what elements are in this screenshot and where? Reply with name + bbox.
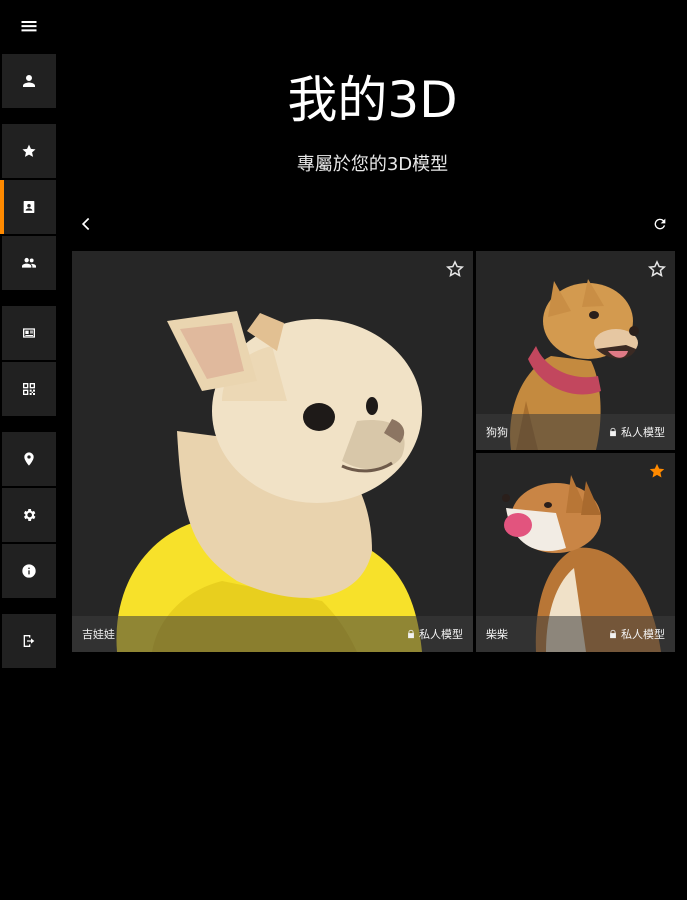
privacy-text: 私人模型 [621, 426, 665, 439]
menu-icon [21, 21, 37, 32]
sidebar [0, 0, 58, 900]
favorite-toggle[interactable] [445, 259, 465, 279]
card-footer: 柴柴 私人模型 [476, 616, 675, 652]
sidebar-item-profile[interactable] [2, 54, 56, 108]
sidebar-item-info[interactable] [2, 544, 56, 598]
back-button[interactable] [74, 211, 100, 237]
gear-icon [23, 509, 36, 521]
card-footer: 狗狗 私人模型 [476, 414, 675, 450]
refresh-button[interactable] [647, 211, 673, 237]
model-name: 狗狗 [486, 426, 508, 439]
lock-icon [408, 629, 414, 639]
sidebar-item-qr[interactable] [2, 362, 56, 416]
privacy-text: 私人模型 [621, 628, 665, 641]
privacy-text: 私人模型 [419, 628, 463, 641]
group-icon [22, 257, 36, 268]
sidebar-item-settings[interactable] [2, 488, 56, 542]
person-icon [23, 75, 35, 87]
star-outline-icon [445, 260, 465, 277]
info-icon [22, 564, 36, 578]
sidebar-item-card[interactable] [2, 306, 56, 360]
lock-icon [610, 629, 616, 639]
model-name: 柴柴 [486, 628, 508, 641]
card-footer: 吉娃娃 私人模型 [72, 616, 473, 652]
star-icon [22, 144, 36, 157]
model-name: 吉娃娃 [82, 628, 115, 641]
favorite-toggle[interactable] [647, 259, 667, 279]
model-card-chihuahua[interactable]: 吉娃娃 私人模型 [72, 251, 473, 652]
privacy-label: 私人模型 [406, 626, 463, 642]
sidebar-item-logout[interactable] [2, 614, 56, 668]
sidebar-item-location[interactable] [2, 432, 56, 486]
star-outline-icon [647, 260, 667, 277]
page-subtitle: 專屬於您的3D模型 [296, 154, 449, 175]
chevron-left-icon [81, 217, 90, 231]
refresh-icon [654, 218, 666, 230]
contact-icon [23, 201, 35, 213]
lock-icon [610, 427, 616, 437]
model-card-dog[interactable]: 狗狗 私人模型 [476, 251, 675, 450]
menu-button[interactable] [0, 0, 58, 52]
page-title: 我的3D [287, 71, 458, 129]
star-filled-icon [649, 463, 665, 478]
qr-code-icon [23, 383, 35, 395]
id-card-icon [23, 328, 35, 338]
sidebar-item-my-3d[interactable] [0, 180, 56, 234]
favorite-toggle[interactable] [647, 461, 667, 481]
privacy-label: 私人模型 [608, 626, 665, 642]
privacy-label: 私人模型 [608, 424, 665, 440]
model-card-shiba[interactable]: 柴柴 私人模型 [476, 453, 675, 652]
chihuahua-model-image [116, 311, 423, 652]
location-icon [24, 452, 34, 466]
exit-icon [23, 635, 35, 647]
sidebar-item-favorites[interactable] [2, 124, 56, 178]
sidebar-item-friends[interactable] [2, 236, 56, 290]
